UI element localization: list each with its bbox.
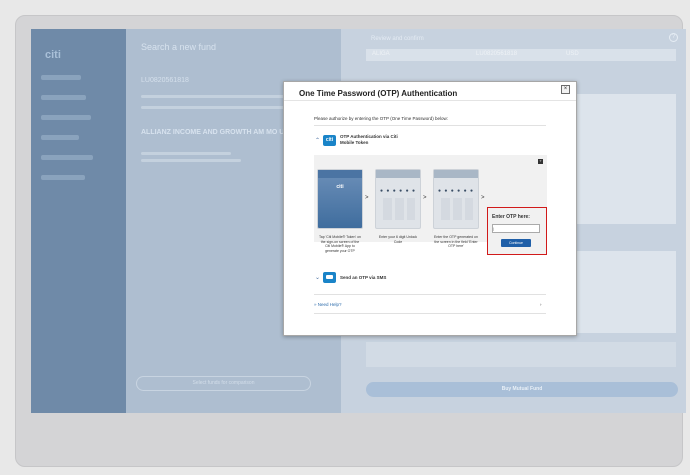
message-icon [323,272,336,283]
help-icon[interactable]: ? [538,159,543,164]
step-1-caption: Tap 'Citi Mobile® Token' on the sign-on … [319,235,361,253]
arrow-right-icon: > [365,195,369,201]
filter-row[interactable] [141,95,291,98]
continue-button[interactable]: Continue [501,239,531,247]
sms-option[interactable]: ⌄ Send an OTP via SMS [315,272,386,283]
phone-screenshot-unlock: ● ● ● ● ● ● [375,169,421,229]
disclaimer-box [366,342,676,367]
nav-item[interactable] [41,95,86,100]
citi-logo: citi [45,49,61,61]
otp-label: Enter OTP here: [492,214,530,220]
pin-dots: ● ● ● ● ● ● [379,188,417,194]
step-2-caption: Enter your 6 digit Unlock Code [378,235,418,244]
nav-item[interactable] [41,135,79,140]
chevron-down-icon[interactable]: ⌄ [315,274,323,281]
help-icon[interactable]: ? [669,33,678,42]
sms-label: Send an OTP via SMS [340,274,387,280]
keypad [383,198,415,220]
fund-name: ALIGA [372,51,390,57]
phone-status-bar [376,170,420,178]
divider [314,294,546,295]
nav-item[interactable] [41,75,81,80]
fund-result-subtitle [141,152,231,155]
phone-citi-logo: citi [336,184,344,190]
fund-currency: USD [566,51,579,57]
otp-input[interactable] [492,224,540,233]
divider [314,313,546,314]
arrow-right-icon: > [423,195,427,201]
divider [284,100,576,101]
citi-badge-icon: citi [323,134,336,146]
otp-entry-box: Enter OTP here: Continue [487,207,547,255]
arrow-right-icon: > [481,195,485,201]
chevron-up-icon[interactable]: ⌃ [315,137,323,144]
fund-search-input[interactable]: LU0820561818 [141,77,189,84]
step-3-caption: Enter the OTP generated on the screen in… [434,235,478,248]
compare-funds-button[interactable]: Select funds for comparison [136,376,311,391]
search-header: Search a new fund [141,42,217,52]
keypad [441,198,473,220]
otp-dots: ● ● ● ● ● ● [437,188,475,194]
phone-status-bar [434,170,478,178]
nav-item[interactable] [41,115,91,120]
modal-title: One Time Password (OTP) Authentication [299,89,458,98]
nav-item[interactable] [41,155,93,160]
otp-modal: × One Time Password (OTP) Authentication… [283,81,577,336]
side-nav: citi [31,29,126,413]
need-help-link[interactable]: » Need Help? [314,302,342,307]
fund-result-subtitle [141,159,241,162]
phone-status-bar [318,170,362,178]
mobile-token-option[interactable]: ⌃ citi OTP Authentication via Citi Mobil… [315,134,400,146]
mobile-token-label: OTP Authentication via Citi Mobile Token [340,134,398,145]
fund-code: LU0820561818 [476,51,518,57]
buy-mutual-fund-button[interactable]: Buy Mutual Fund [366,382,678,397]
instruction-text: Please authorize by entering the OTP (On… [314,116,448,121]
fund-result-title[interactable]: ALLIANZ INCOME AND GROWTH AM MO USD [141,128,306,137]
chevron-right-icon[interactable]: › [540,302,542,307]
fund-summary-row: ALIGA LU0820561818 USD [366,49,676,61]
nav-item[interactable] [41,175,85,180]
phone-screenshot-token: citi [317,169,363,229]
divider [314,125,546,126]
filter-row[interactable] [141,106,301,109]
phone-screenshot-otp: ● ● ● ● ● ● [433,169,479,229]
close-icon[interactable]: × [561,85,570,94]
review-header: Review and confirm [371,36,424,42]
